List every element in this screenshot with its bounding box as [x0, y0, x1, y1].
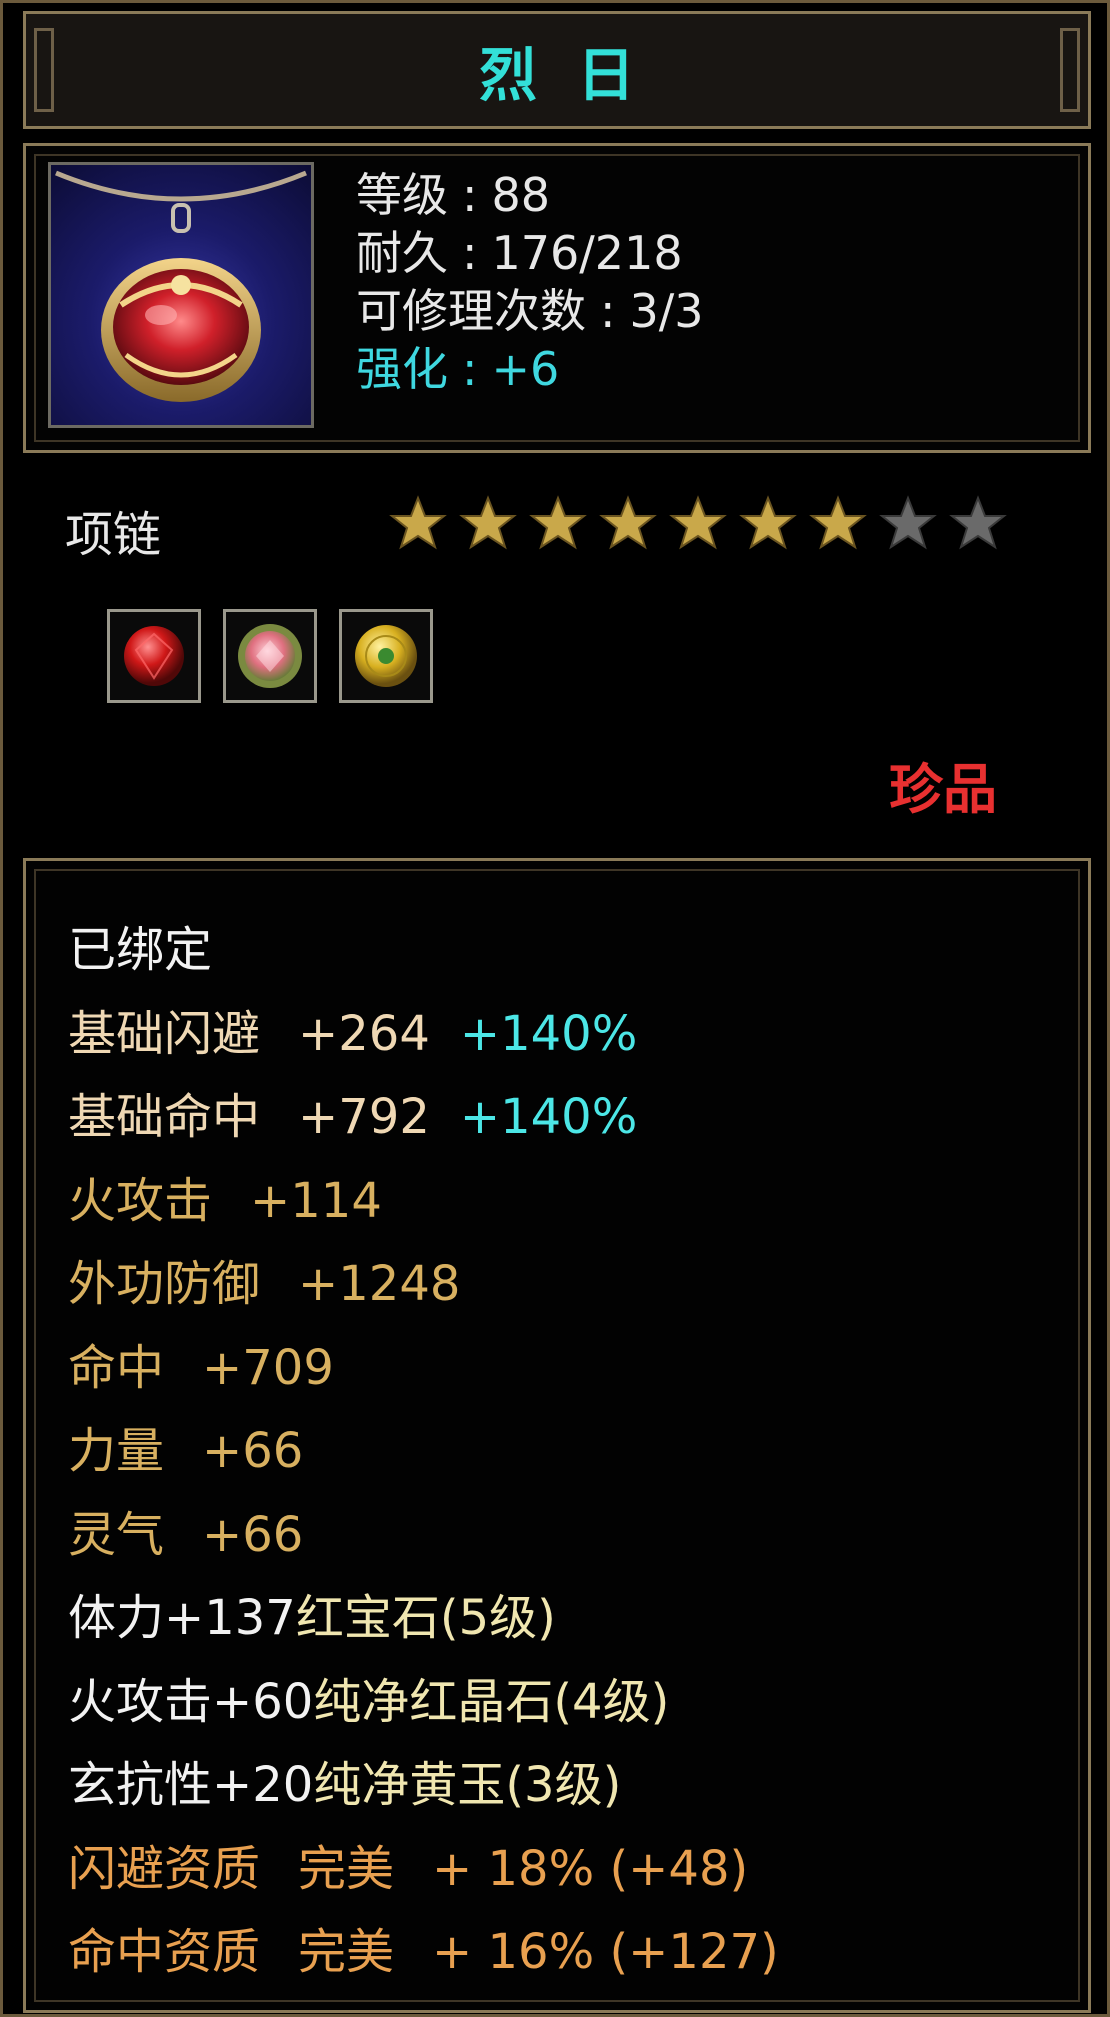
- level-line: 等级:88: [356, 166, 704, 224]
- attr-aptitude-hit: 命中资质 完美 + 16% (+127): [68, 1911, 779, 1995]
- attr-hit: 命中 +709: [68, 1327, 779, 1411]
- attr-label: 火攻击: [68, 1172, 213, 1229]
- attributes-panel: 已绑定 基础闪避 +264 +140% 基础命中 +792 +140% 火攻击 +114 …: [23, 858, 1091, 2013]
- enhance-line: 强化: +6: [356, 340, 704, 398]
- attr-outer-defense: 外功防御 +1248: [68, 1243, 779, 1327]
- enhance-value: +6: [491, 342, 560, 396]
- item-name: 烈日: [478, 41, 675, 109]
- enhance-label: 强化: [356, 342, 448, 396]
- attr-bonus: +140%: [459, 1089, 638, 1145]
- gem-sockets: [107, 609, 433, 703]
- star-filled-icon: [529, 495, 587, 550]
- item-info-panel: 等级:88 耐久:176/218 可修理次数:3/3 强化: +6: [23, 143, 1091, 453]
- star-filled-icon: [459, 495, 517, 550]
- star-empty-icon: [879, 495, 937, 550]
- attribute-list: 已绑定 基础闪避 +264 +140% 基础命中 +792 +140% 火攻击 +114 …: [68, 909, 779, 1995]
- level-value: 88: [491, 168, 551, 222]
- attr-fire-attack: 火攻击 +114: [68, 1160, 779, 1244]
- attr-value: +264: [298, 1005, 430, 1062]
- attr-gem-stat-1: 体力+137红宝石(5级): [68, 1577, 779, 1661]
- aptitude-label: 命中资质: [68, 1924, 261, 1980]
- gem-name: 纯净红晶石(4级): [313, 1673, 670, 1730]
- attr-base-dodge: 基础闪避 +264 +140%: [68, 993, 779, 1077]
- repair-value: 3/3: [629, 284, 704, 338]
- aptitude-label: 闪避资质: [68, 1840, 261, 1897]
- attr-gem-stat-2: 火攻击+60纯净红晶石(4级): [68, 1661, 779, 1745]
- durability-label: 耐久: [356, 226, 448, 280]
- item-tooltip: 烈日 等级: 88 耐久: 176/218 可修理次数: 3/3 强化:…: [0, 0, 1110, 2017]
- title-bar: 烈日: [23, 11, 1091, 129]
- gem-stat: 体力+137: [68, 1590, 296, 1646]
- gem-stat: 火攻击+60: [68, 1673, 314, 1730]
- attr-bonus: +140%: [459, 1005, 638, 1062]
- level-label: 等级: [356, 168, 448, 222]
- bound-status: 已绑定: [68, 922, 213, 978]
- gem-name: 红宝石(5级): [295, 1590, 556, 1646]
- level-sep: :: [462, 168, 478, 222]
- aptitude-quality: 完美: [298, 1924, 395, 1980]
- attr-label: 命中: [68, 1339, 165, 1396]
- gem-stat: 玄抗性+20: [68, 1757, 314, 1813]
- durability-line: 耐久:176/218: [356, 224, 704, 282]
- durability-value: 176/218: [491, 226, 683, 280]
- necklace-icon: [48, 162, 314, 428]
- type-and-gems-section: 项链 珍品: [23, 465, 1091, 851]
- attr-value: +709: [202, 1339, 334, 1396]
- enhance-sep: :: [462, 342, 478, 396]
- star-filled-icon: [739, 495, 797, 550]
- yellow-jade-gem-icon[interactable]: [339, 609, 433, 703]
- attr-gem-stat-3: 玄抗性+20纯净黄玉(3级): [68, 1744, 779, 1828]
- repair-line: 可修理次数:3/3: [356, 282, 704, 340]
- attr-label: 力量: [68, 1423, 165, 1479]
- item-stats: 等级:88 耐久:176/218 可修理次数:3/3 强化: +6: [356, 166, 704, 398]
- aptitude-quality: 完美: [298, 1840, 395, 1897]
- aptitude-value: + 16% (+127): [432, 1924, 779, 1980]
- star-empty-icon: [949, 495, 1007, 550]
- attr-value: +114: [250, 1172, 382, 1229]
- repair-sep: :: [600, 284, 616, 338]
- aptitude-value: + 18% (+48): [432, 1840, 749, 1897]
- attr-label: 基础闪避: [68, 1005, 261, 1062]
- rarity-label: 珍品: [889, 758, 997, 821]
- pink-crystal-gem-icon[interactable]: [223, 609, 317, 703]
- attr-value: +792: [298, 1089, 430, 1145]
- star-filled-icon: [389, 495, 447, 550]
- repair-label: 可修理次数: [356, 284, 586, 338]
- attr-label: 基础命中: [68, 1089, 261, 1145]
- durability-sep: :: [462, 226, 478, 280]
- star-filled-icon: [599, 495, 657, 550]
- attr-value: +66: [202, 1423, 304, 1479]
- star-rating: [389, 495, 1007, 553]
- attr-label: 外功防御: [68, 1256, 261, 1312]
- ruby-gem-icon[interactable]: [107, 609, 201, 703]
- star-filled-icon: [669, 495, 727, 550]
- attr-aptitude-dodge: 闪避资质 完美 + 18% (+48): [68, 1828, 779, 1912]
- gem-name: 纯净黄玉(3级): [313, 1757, 622, 1813]
- star-filled-icon: [809, 495, 867, 550]
- attr-value: +66: [202, 1506, 304, 1563]
- attr-value: +1248: [298, 1256, 461, 1312]
- item-type: 项链: [65, 507, 162, 563]
- attr-label: 灵气: [68, 1506, 165, 1563]
- attr-strength: 力量 +66: [68, 1410, 779, 1494]
- attr-spirit: 灵气 +66: [68, 1494, 779, 1578]
- attr-base-hit: 基础命中 +792 +140%: [68, 1076, 779, 1160]
